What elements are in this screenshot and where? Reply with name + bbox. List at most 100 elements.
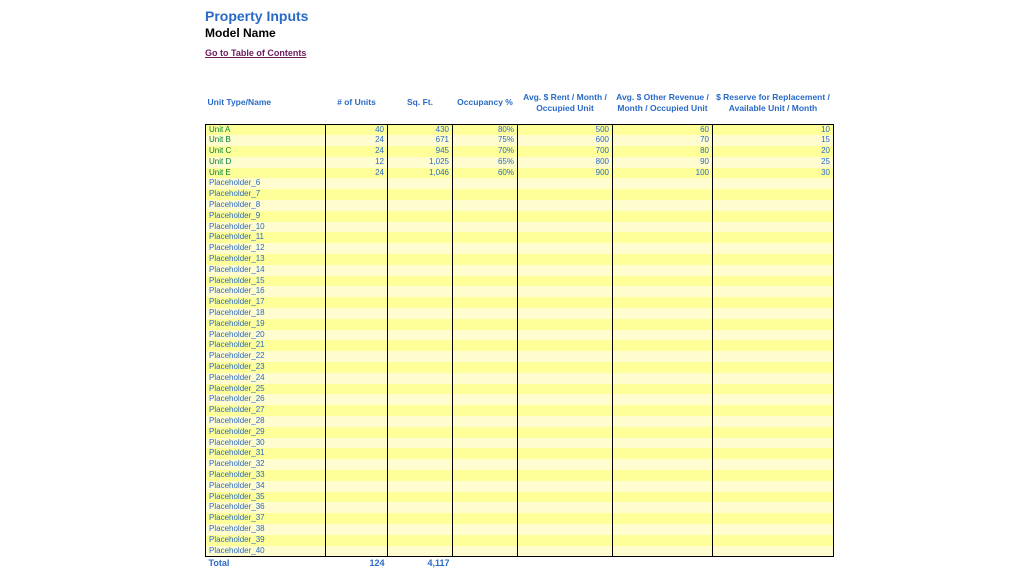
cell-name[interactable]: Placeholder_12	[206, 243, 326, 254]
cell-rent[interactable]	[518, 286, 613, 297]
cell-other[interactable]: 70	[613, 135, 713, 146]
cell-sqft[interactable]	[388, 265, 453, 276]
cell-other[interactable]	[613, 297, 713, 308]
cell-reserve[interactable]: 10	[713, 124, 834, 135]
cell-name[interactable]: Placeholder_30	[206, 438, 326, 449]
cell-occupancy[interactable]	[453, 351, 518, 362]
cell-units[interactable]	[326, 308, 388, 319]
cell-name[interactable]: Placeholder_8	[206, 200, 326, 211]
cell-reserve[interactable]	[713, 265, 834, 276]
cell-rent[interactable]	[518, 297, 613, 308]
cell-reserve[interactable]	[713, 459, 834, 470]
cell-units[interactable]	[326, 243, 388, 254]
cell-other[interactable]	[613, 232, 713, 243]
cell-rent[interactable]	[518, 211, 613, 222]
cell-sqft[interactable]	[388, 211, 453, 222]
cell-occupancy[interactable]	[453, 438, 518, 449]
cell-other[interactable]	[613, 200, 713, 211]
cell-reserve[interactable]	[713, 308, 834, 319]
cell-occupancy[interactable]	[453, 481, 518, 492]
cell-units[interactable]	[326, 351, 388, 362]
cell-other[interactable]: 80	[613, 146, 713, 157]
cell-name[interactable]: Unit D	[206, 157, 326, 168]
cell-sqft[interactable]	[388, 276, 453, 287]
cell-other[interactable]	[613, 254, 713, 265]
cell-other[interactable]	[613, 243, 713, 254]
cell-reserve[interactable]	[713, 340, 834, 351]
cell-other[interactable]	[613, 286, 713, 297]
cell-name[interactable]: Placeholder_25	[206, 384, 326, 395]
cell-reserve[interactable]	[713, 189, 834, 200]
cell-occupancy[interactable]	[453, 405, 518, 416]
cell-name[interactable]: Placeholder_28	[206, 416, 326, 427]
cell-name[interactable]: Placeholder_24	[206, 373, 326, 384]
cell-occupancy[interactable]	[453, 308, 518, 319]
cell-other[interactable]	[613, 481, 713, 492]
cell-occupancy[interactable]	[453, 232, 518, 243]
cell-sqft[interactable]	[388, 373, 453, 384]
cell-units[interactable]	[326, 362, 388, 373]
cell-rent[interactable]	[518, 416, 613, 427]
cell-units[interactable]	[326, 340, 388, 351]
cell-name[interactable]: Unit B	[206, 135, 326, 146]
cell-sqft[interactable]	[388, 286, 453, 297]
cell-sqft[interactable]	[388, 222, 453, 233]
cell-rent[interactable]	[518, 189, 613, 200]
cell-occupancy[interactable]	[453, 448, 518, 459]
cell-name[interactable]: Placeholder_38	[206, 524, 326, 535]
cell-units[interactable]	[326, 276, 388, 287]
cell-rent[interactable]	[518, 178, 613, 189]
cell-rent[interactable]	[518, 470, 613, 481]
cell-units[interactable]	[326, 492, 388, 503]
cell-name[interactable]: Placeholder_40	[206, 546, 326, 557]
cell-occupancy[interactable]: 80%	[453, 124, 518, 135]
cell-reserve[interactable]	[713, 502, 834, 513]
cell-rent[interactable]	[518, 427, 613, 438]
cell-rent[interactable]	[518, 200, 613, 211]
cell-other[interactable]	[613, 340, 713, 351]
cell-reserve[interactable]	[713, 470, 834, 481]
cell-reserve[interactable]	[713, 243, 834, 254]
cell-rent[interactable]: 700	[518, 146, 613, 157]
cell-units[interactable]	[326, 330, 388, 341]
cell-occupancy[interactable]	[453, 373, 518, 384]
cell-occupancy[interactable]	[453, 211, 518, 222]
cell-other[interactable]	[613, 438, 713, 449]
cell-reserve[interactable]	[713, 178, 834, 189]
cell-sqft[interactable]	[388, 330, 453, 341]
cell-reserve[interactable]	[713, 319, 834, 330]
cell-units[interactable]	[326, 438, 388, 449]
cell-sqft[interactable]	[388, 340, 453, 351]
cell-sqft[interactable]	[388, 178, 453, 189]
cell-name[interactable]: Unit A	[206, 124, 326, 135]
cell-reserve[interactable]	[713, 513, 834, 524]
cell-occupancy[interactable]	[453, 265, 518, 276]
cell-rent[interactable]	[518, 394, 613, 405]
cell-units[interactable]	[326, 373, 388, 384]
cell-reserve[interactable]	[713, 232, 834, 243]
cell-units[interactable]	[326, 416, 388, 427]
cell-sqft[interactable]	[388, 394, 453, 405]
cell-reserve[interactable]: 30	[713, 168, 834, 179]
cell-sqft[interactable]	[388, 351, 453, 362]
cell-units[interactable]	[326, 546, 388, 557]
cell-rent[interactable]	[518, 384, 613, 395]
cell-units[interactable]	[326, 427, 388, 438]
cell-name[interactable]: Placeholder_7	[206, 189, 326, 200]
cell-sqft[interactable]	[388, 438, 453, 449]
cell-occupancy[interactable]	[453, 319, 518, 330]
cell-name[interactable]: Placeholder_35	[206, 492, 326, 503]
cell-rent[interactable]	[518, 276, 613, 287]
cell-occupancy[interactable]	[453, 470, 518, 481]
cell-reserve[interactable]	[713, 297, 834, 308]
cell-rent[interactable]	[518, 459, 613, 470]
cell-rent[interactable]	[518, 481, 613, 492]
cell-units[interactable]	[326, 211, 388, 222]
cell-name[interactable]: Placeholder_36	[206, 502, 326, 513]
cell-other[interactable]	[613, 319, 713, 330]
cell-name[interactable]: Placeholder_21	[206, 340, 326, 351]
cell-rent[interactable]: 800	[518, 157, 613, 168]
cell-reserve[interactable]	[713, 373, 834, 384]
cell-units[interactable]	[326, 384, 388, 395]
cell-other[interactable]	[613, 502, 713, 513]
